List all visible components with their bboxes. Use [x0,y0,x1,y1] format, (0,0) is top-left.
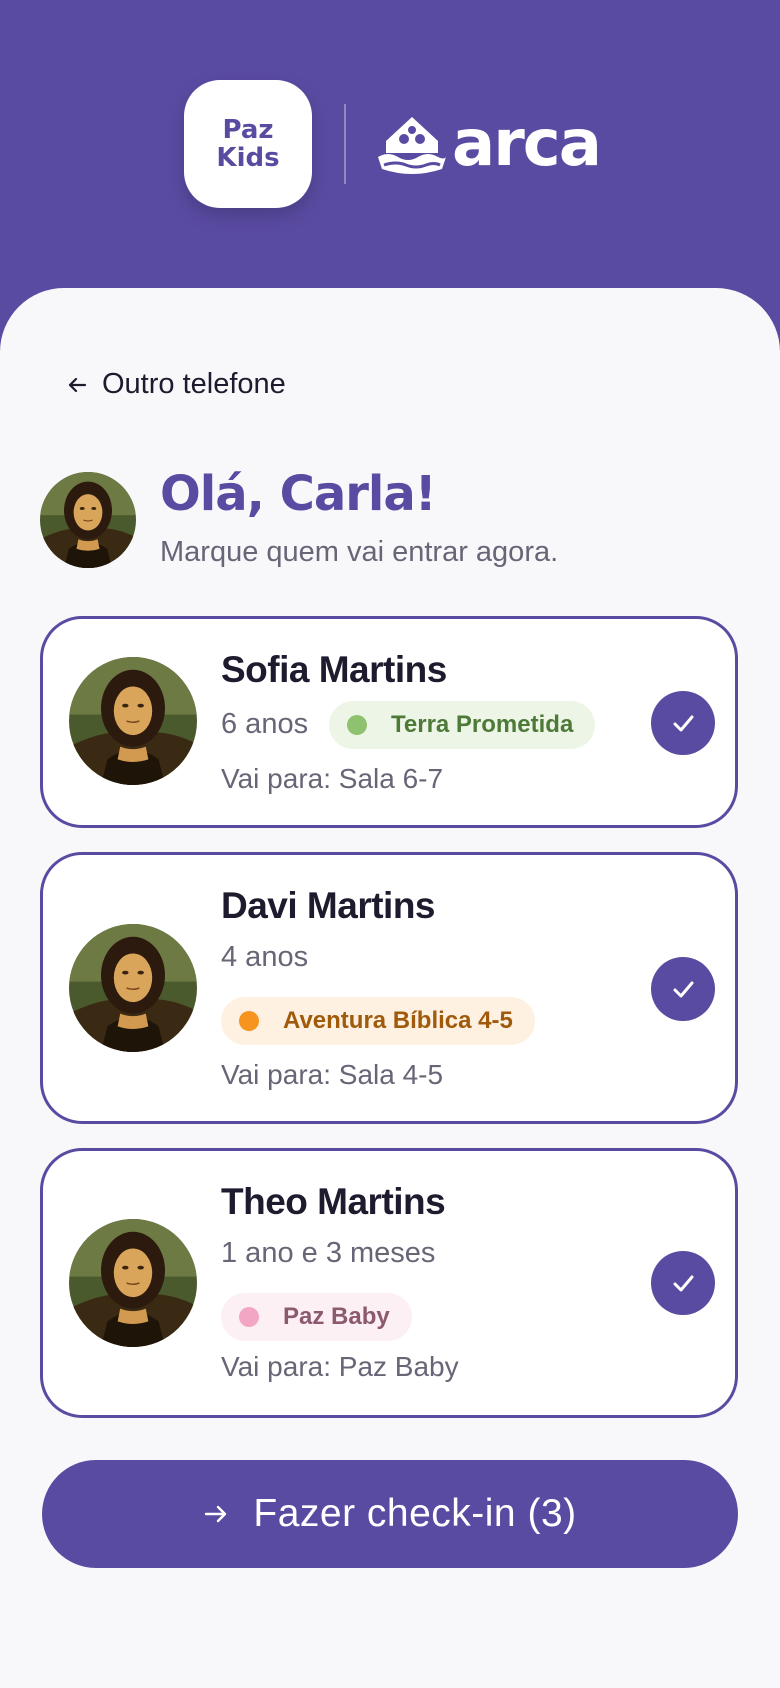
selected-check[interactable] [651,691,715,755]
checkin-button-label: Fazer check-in (3) [253,1492,577,1535]
child-name: Sofia Martins [221,649,447,690]
arrow-left-icon [68,377,87,392]
child-age: 6 anos [221,708,309,740]
arca-logo: arca [376,107,602,181]
group-badge: Aventura Bíblica 4-5 [221,997,535,1045]
group-color-dot [347,715,367,735]
logo-line-2: Kids [216,143,280,173]
child-name: Theo Martins [221,1181,446,1222]
greeting-subtitle: Marque quem vai entrar agora. [160,536,559,568]
child-age: 4 anos [221,941,309,973]
ark-icon [378,117,446,174]
selected-check[interactable] [651,957,715,1021]
arrow-right-icon [205,1505,227,1523]
child-avatar [69,924,197,1052]
paz-kids-logo: Paz Kids [184,80,312,208]
back-link-label: Outro telefone [102,368,286,400]
child-name: Davi Martins [221,885,436,926]
group-color-dot [239,1307,259,1327]
child-avatar [69,1219,197,1347]
checkin-button[interactable]: Fazer check-in (3) [42,1460,738,1568]
child-card-davi[interactable]: Davi Martins 4 anos Aventura Bíblica 4-5… [40,852,738,1124]
child-destination: Vai para: Sala 6-7 [221,763,444,794]
header: Paz Kids arca [0,0,780,300]
logo-line-1: Paz [222,115,274,145]
greeting-title: Olá, Carla! [160,466,437,522]
child-avatar [69,657,197,785]
check-icon [673,981,694,998]
child-destination: Vai para: Paz Baby [221,1351,459,1382]
guardian-avatar [40,472,136,568]
group-label: Aventura Bíblica 4-5 [283,1007,513,1034]
back-link[interactable]: Outro telefone [66,368,286,401]
group-badge: Paz Baby [221,1293,412,1341]
check-icon [673,1275,694,1292]
group-label: Paz Baby [283,1303,390,1330]
child-destination: Vai para: Sala 4-5 [221,1059,444,1090]
group-color-dot [239,1011,259,1031]
child-card-sofia[interactable]: Sofia Martins 6 anos Terra Prometida Vai… [40,616,738,828]
logo-divider [344,104,346,184]
child-card-theo[interactable]: Theo Martins 1 ano e 3 meses Paz Baby Va… [40,1148,738,1418]
check-icon [673,715,694,732]
arca-wordmark: arca [452,107,602,181]
child-age: 1 ano e 3 meses [221,1237,436,1269]
selected-check[interactable] [651,1251,715,1315]
group-badge: Terra Prometida [329,701,596,749]
group-label: Terra Prometida [391,711,574,738]
